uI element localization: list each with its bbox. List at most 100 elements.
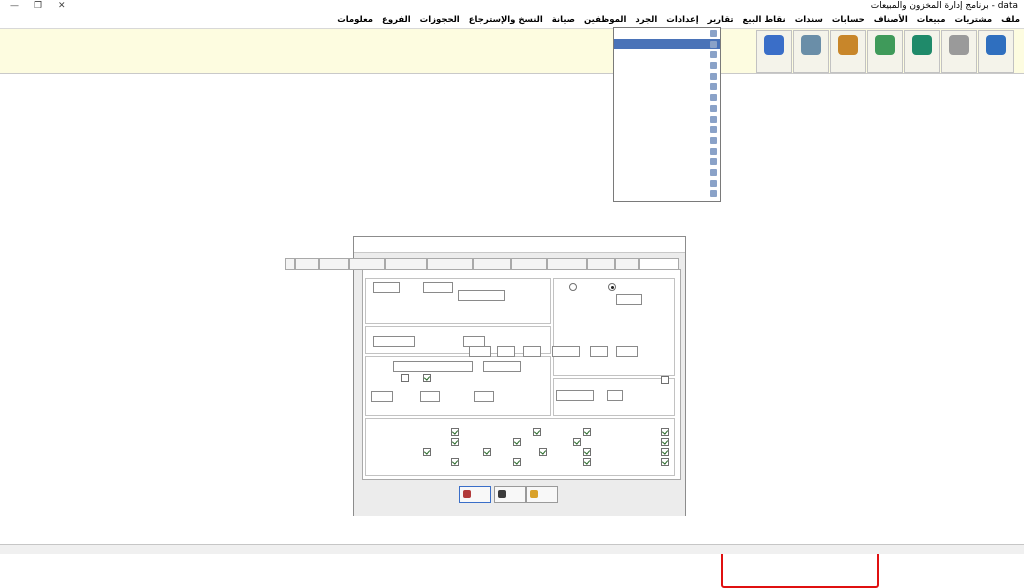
decimals-field[interactable] <box>420 391 440 402</box>
sales-system-select[interactable] <box>458 290 505 301</box>
general-setting-checkbox[interactable] <box>513 458 521 466</box>
period-start-year[interactable] <box>469 346 491 357</box>
toolbar-button[interactable] <box>941 30 977 73</box>
toolbar <box>0 29 1024 74</box>
toolbar-button[interactable] <box>867 30 903 73</box>
barcode-shorten-checkbox[interactable] <box>401 374 409 382</box>
dropdown-item[interactable] <box>614 178 720 189</box>
dropdown-item[interactable] <box>614 167 720 178</box>
gregorian-radio[interactable] <box>608 283 616 291</box>
general-setting-checkbox[interactable] <box>483 448 491 456</box>
general-setting-checkbox[interactable] <box>513 438 521 446</box>
dropdown-item[interactable] <box>614 146 720 157</box>
toolbar-icon <box>801 35 821 55</box>
close-icon[interactable]: ✕ <box>58 1 66 11</box>
dropdown-item[interactable] <box>614 92 720 103</box>
menu-item[interactable]: الحجوزات <box>420 15 460 25</box>
menu-item-icon <box>710 30 717 37</box>
period-start-month[interactable] <box>497 346 515 357</box>
general-setting-checkbox[interactable] <box>451 458 459 466</box>
general-setting-checkbox[interactable] <box>661 428 669 436</box>
general-setting-checkbox[interactable] <box>583 458 591 466</box>
dropdown-item[interactable] <box>614 49 720 60</box>
dropdown-item[interactable] <box>614 188 720 199</box>
menu-item-icon <box>710 179 717 187</box>
menu-item[interactable]: نقاط البيع <box>743 15 786 25</box>
toolbar-button[interactable] <box>830 30 866 73</box>
menu-item[interactable]: ملف <box>1001 15 1020 25</box>
window-title: برنامج إدارة المخزون والمبيعات - data <box>870 1 1018 11</box>
toolbar-button[interactable] <box>756 30 792 73</box>
dropdown-item[interactable] <box>614 38 720 50</box>
menu-item-icon <box>710 147 717 155</box>
period-end-day[interactable] <box>616 346 638 357</box>
menu-item[interactable]: الأصناف <box>874 15 908 25</box>
scale-tax-checkbox[interactable] <box>423 374 431 382</box>
maximize-icon[interactable]: ❐ <box>34 1 42 11</box>
menu-item[interactable]: سندات <box>795 15 823 25</box>
period-end-year[interactable] <box>552 346 580 357</box>
general-setting-checkbox[interactable] <box>661 448 669 456</box>
general-setting-checkbox[interactable] <box>661 438 669 446</box>
toolbar-button[interactable] <box>904 30 940 73</box>
menu-item-icon <box>710 190 717 198</box>
load-button[interactable] <box>526 486 558 503</box>
period-end-month[interactable] <box>590 346 608 357</box>
dropdown-item[interactable] <box>614 114 720 125</box>
general-setting-checkbox[interactable] <box>539 448 547 456</box>
item-count-field[interactable] <box>607 390 623 401</box>
hijri-radio[interactable] <box>569 283 577 291</box>
menu-item[interactable]: الجرد <box>635 15 657 25</box>
general-setting-checkbox[interactable] <box>661 458 669 466</box>
scale-model-select[interactable] <box>483 361 521 372</box>
dropdown-item[interactable] <box>614 71 720 82</box>
general-setting-checkbox[interactable] <box>583 428 591 436</box>
dropdown-item[interactable] <box>614 103 720 114</box>
scale-count-field[interactable] <box>474 391 494 402</box>
save-button[interactable] <box>494 486 526 503</box>
dropdown-item[interactable] <box>614 156 720 167</box>
menu-item[interactable]: الفروع <box>382 15 411 25</box>
dropdown-item[interactable] <box>614 28 720 39</box>
menu-item[interactable]: معلومات <box>337 15 373 25</box>
menu-item[interactable]: حسابات <box>832 15 865 25</box>
menu-item[interactable]: الموظفين <box>584 15 626 25</box>
general-setting-checkbox[interactable] <box>451 428 459 436</box>
scale-barcode-field[interactable] <box>393 361 473 372</box>
toolbar-icon <box>838 35 858 55</box>
general-setting-checkbox[interactable] <box>533 428 541 436</box>
period-start-day[interactable] <box>523 346 541 357</box>
dialog-tab[interactable] <box>285 258 295 270</box>
menu-item[interactable]: تقارير <box>708 15 734 25</box>
toolbar-button[interactable] <box>793 30 829 73</box>
branch-number-field[interactable] <box>463 336 485 347</box>
dropdown-item[interactable] <box>614 135 720 146</box>
dropdown-item[interactable] <box>614 81 720 92</box>
exit-button[interactable] <box>459 486 491 503</box>
dialog-tab[interactable] <box>319 258 349 270</box>
menu-item[interactable]: مشتريات <box>955 15 993 25</box>
discount-field[interactable] <box>371 391 393 402</box>
dialog-tab[interactable] <box>295 258 319 270</box>
toolbar-button[interactable] <box>978 30 1014 73</box>
item-type-select[interactable] <box>556 390 594 401</box>
settings-dropdown <box>613 27 721 202</box>
general-setting-checkbox[interactable] <box>573 438 581 446</box>
general-setting-checkbox[interactable] <box>451 438 459 446</box>
general-setting-checkbox[interactable] <box>423 448 431 456</box>
price-barcode-checkbox[interactable] <box>661 376 669 384</box>
menu-item[interactable]: النسخ والإسترجاع <box>469 15 543 25</box>
menu-item-icon <box>710 126 717 134</box>
menu-item[interactable]: مبيعات <box>917 15 946 25</box>
year-field[interactable] <box>616 294 642 305</box>
time-format-field[interactable] <box>373 282 400 293</box>
dropdown-item[interactable] <box>614 124 720 135</box>
menu-item[interactable]: صيانة <box>552 15 575 25</box>
general-setting-checkbox[interactable] <box>583 448 591 456</box>
dropdown-item[interactable] <box>614 60 720 71</box>
menu-item[interactable]: إعدادات <box>666 15 698 25</box>
date-format-field[interactable] <box>423 282 453 293</box>
branch-name-field[interactable] <box>373 336 415 347</box>
dialog-tabs <box>285 258 679 270</box>
minimize-icon[interactable]: — <box>10 1 19 11</box>
